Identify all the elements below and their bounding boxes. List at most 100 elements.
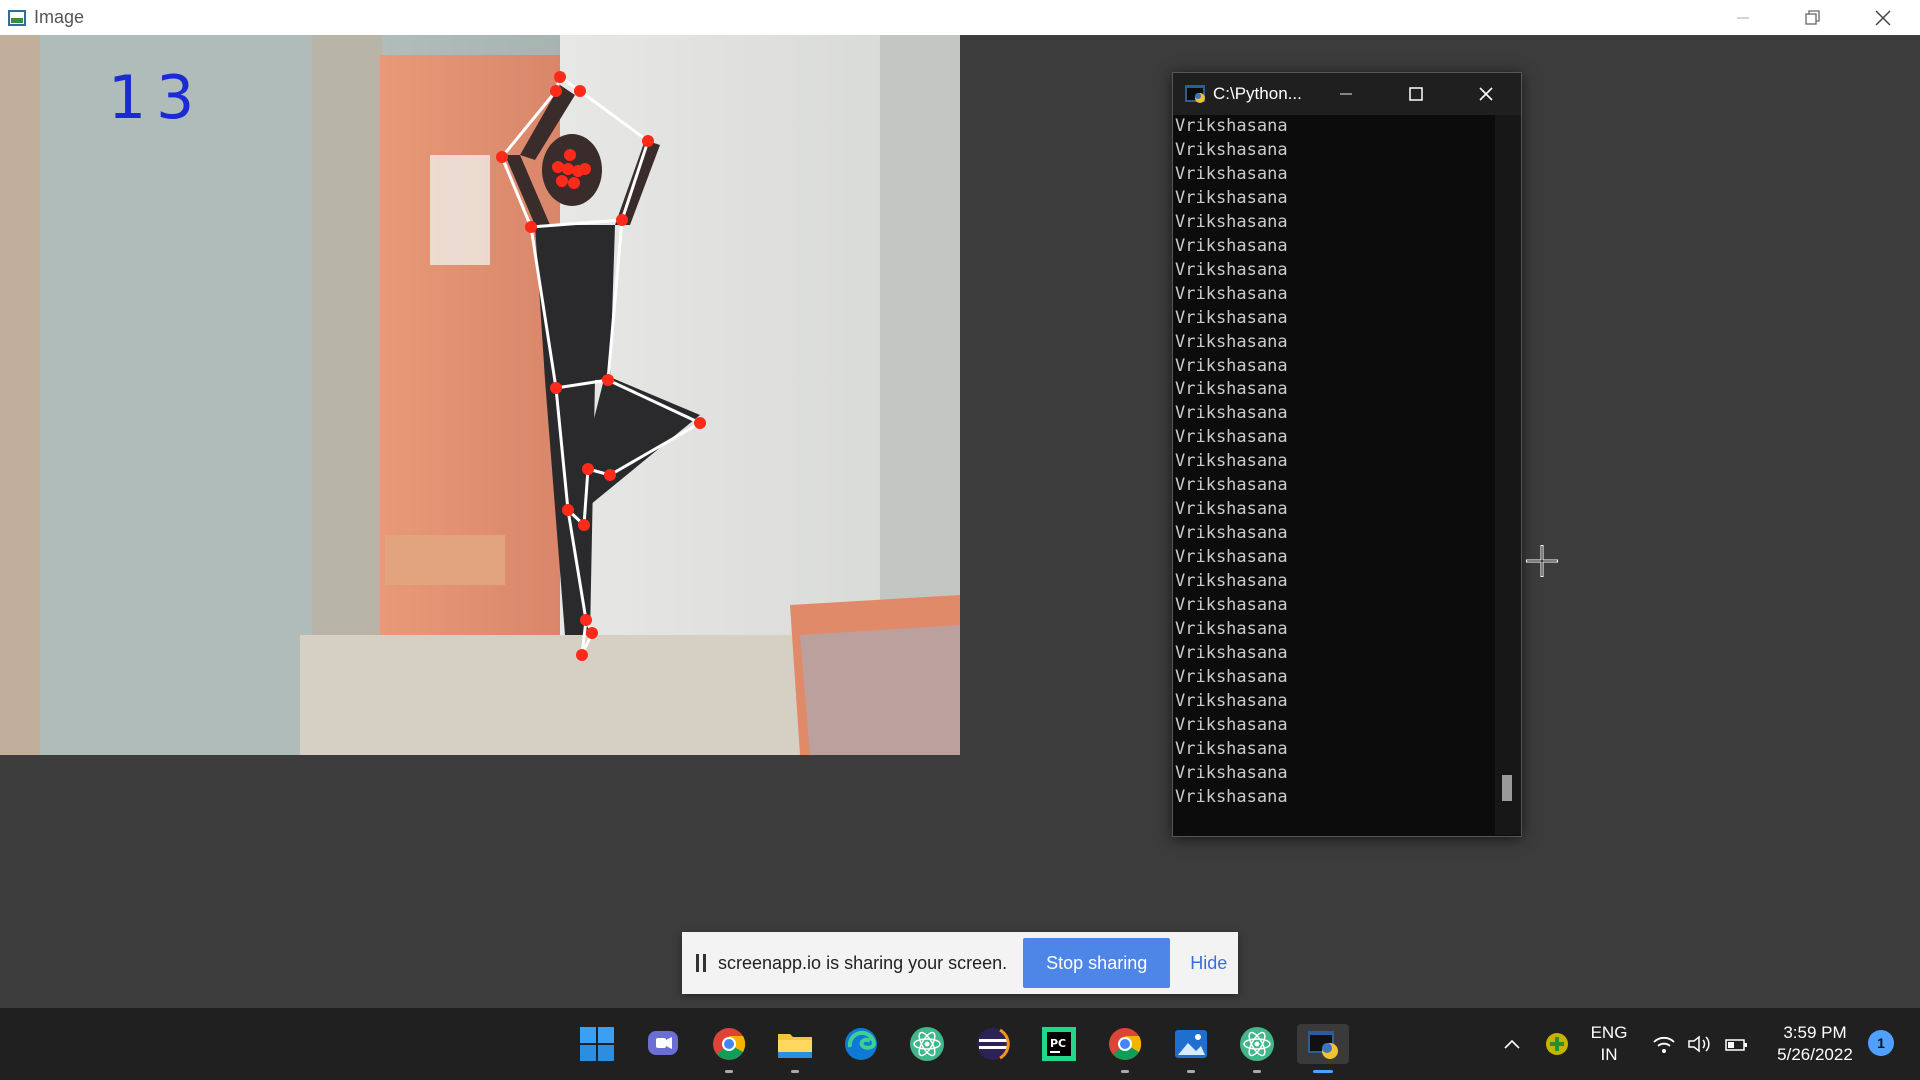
skeleton-bone — [582, 468, 590, 526]
skeleton-joint — [550, 382, 562, 394]
language-indicator[interactable]: ENG IN — [1584, 1022, 1634, 1066]
windows-start-icon[interactable] — [577, 1024, 617, 1064]
skeleton-joint — [564, 149, 576, 161]
chrome2-running-indicator — [1121, 1070, 1129, 1073]
skeleton-bone — [607, 378, 701, 425]
skeleton-bone — [555, 378, 609, 390]
console-line: Vrikshasana — [1175, 547, 1288, 568]
hide-banner-link[interactable]: Hide — [1190, 953, 1227, 974]
chevron-up-icon[interactable] — [1500, 1024, 1524, 1064]
close-icon[interactable] — [1850, 0, 1916, 35]
volume-icon[interactable] — [1686, 1024, 1714, 1064]
file-explorer-icon[interactable] — [775, 1024, 815, 1064]
console-title: C:\Python... — [1213, 84, 1302, 103]
stop-sharing-button[interactable]: Stop sharing — [1023, 938, 1171, 988]
console-line: Vrikshasana — [1175, 211, 1288, 232]
console-scroll-thumb[interactable] — [1502, 775, 1512, 801]
camera-feed: 13 — [0, 35, 960, 755]
screen-share-banner: screenapp.io is sharing your screen. Sto… — [682, 932, 1238, 994]
restore-icon[interactable] — [1780, 0, 1846, 35]
skeleton-joint — [574, 85, 586, 97]
skeleton-bone — [620, 140, 650, 221]
skeleton-joint — [562, 163, 574, 175]
console-window[interactable]: C:\Python... Vrikshasana Vrikshasana Vriks… — [1172, 72, 1522, 837]
photos-icon[interactable] — [1171, 1024, 1211, 1064]
console-line: Vrikshasana — [1175, 259, 1288, 280]
skeleton-joint — [582, 463, 594, 475]
console-line: Vrikshasana — [1175, 571, 1288, 592]
console-output: Vrikshasana Vrikshasana Vrikshasana Vriksha… — [1173, 115, 1493, 831]
console-line: Vrikshasana — [1175, 762, 1288, 783]
pycharm-icon[interactable]: PC — [1039, 1024, 1079, 1064]
battery-icon[interactable] — [1722, 1024, 1750, 1064]
skeleton-joint — [578, 519, 590, 531]
console-scrollbar[interactable] — [1495, 115, 1521, 835]
skeleton-bone — [529, 226, 558, 389]
python-icon[interactable] — [1297, 1024, 1349, 1064]
clock[interactable]: 3:59 PM 5/26/2022 — [1762, 1022, 1868, 1066]
clock-date: 5/26/2022 — [1777, 1045, 1853, 1064]
language-code: ENG — [1590, 1023, 1628, 1042]
atom2-running-indicator — [1253, 1070, 1261, 1073]
skeleton-joint — [602, 374, 614, 386]
console-line: Vrikshasana — [1175, 595, 1288, 616]
console-line: Vrikshasana — [1175, 355, 1288, 376]
console-line: Vrikshasana — [1175, 331, 1288, 352]
skeleton-joint — [556, 175, 568, 187]
notification-badge[interactable]: 1 — [1868, 1030, 1894, 1056]
skeleton-bone — [606, 219, 624, 381]
atom-icon[interactable] — [907, 1024, 947, 1064]
console-line: Vrikshasana — [1175, 786, 1288, 807]
photos-running-indicator — [1187, 1070, 1195, 1073]
chrome-icon[interactable] — [709, 1024, 749, 1064]
window-titlebar: Image — [0, 0, 1920, 35]
share-status-text: screenapp.io is sharing your screen. — [718, 952, 1008, 973]
tray-app-icon[interactable] — [1543, 1024, 1571, 1064]
console-line: Vrikshasana — [1175, 738, 1288, 759]
console-line: Vrikshasana — [1175, 403, 1288, 424]
python-console-icon — [1185, 84, 1207, 104]
console-line: Vrikshasana — [1175, 307, 1288, 328]
skeleton-bone — [500, 90, 558, 158]
explorer-running-indicator — [791, 1070, 799, 1073]
minimize-icon[interactable] — [1710, 0, 1776, 35]
console-line: Vrikshasana — [1175, 666, 1288, 687]
console-line: Vrikshasana — [1175, 139, 1288, 160]
console-line: Vrikshasana — [1175, 690, 1288, 711]
console-line: Vrikshasana — [1175, 379, 1288, 400]
skeleton-joint — [550, 85, 562, 97]
skeleton-joint — [616, 214, 628, 226]
skeleton-joint — [496, 151, 508, 163]
console-line: Vrikshasana — [1175, 427, 1288, 448]
skeleton-joint — [525, 221, 537, 233]
console-maximize-icon[interactable] — [1381, 73, 1451, 115]
skeleton-joint — [562, 504, 574, 516]
console-line: Vrikshasana — [1175, 235, 1288, 256]
console-line: Vrikshasana — [1175, 451, 1288, 472]
console-line: Vrikshasana — [1175, 187, 1288, 208]
skeleton-bone — [530, 218, 623, 229]
atom-icon-2[interactable] — [1237, 1024, 1277, 1064]
image-window-icon — [8, 9, 26, 26]
skeleton-joint — [568, 177, 580, 189]
skeleton-bone — [609, 421, 701, 477]
console-line: Vrikshasana — [1175, 163, 1288, 184]
skeleton-joint — [552, 161, 564, 173]
console-titlebar[interactable]: C:\Python... — [1173, 73, 1521, 115]
console-line: Vrikshasana — [1175, 499, 1288, 520]
skeleton-bone — [500, 156, 533, 228]
skeleton-joint — [576, 649, 588, 661]
chrome-icon-2[interactable] — [1105, 1024, 1145, 1064]
skeleton-bone — [579, 89, 649, 143]
wifi-icon[interactable] — [1650, 1024, 1678, 1064]
svg-text:PC: PC — [1050, 1037, 1066, 1050]
taskbar: PC ENG IN 3:59 PM 5/26/2022 1 — [0, 1008, 1920, 1080]
console-line: Vrikshasana — [1175, 116, 1288, 136]
teams-chat-icon[interactable] — [643, 1024, 683, 1064]
console-minimize-icon[interactable] — [1311, 73, 1381, 115]
window-title: Image — [34, 7, 85, 27]
console-close-icon[interactable] — [1451, 73, 1521, 115]
pause-icon — [696, 954, 706, 972]
eclipse-icon[interactable] — [973, 1024, 1013, 1064]
edge-icon[interactable] — [841, 1024, 881, 1064]
